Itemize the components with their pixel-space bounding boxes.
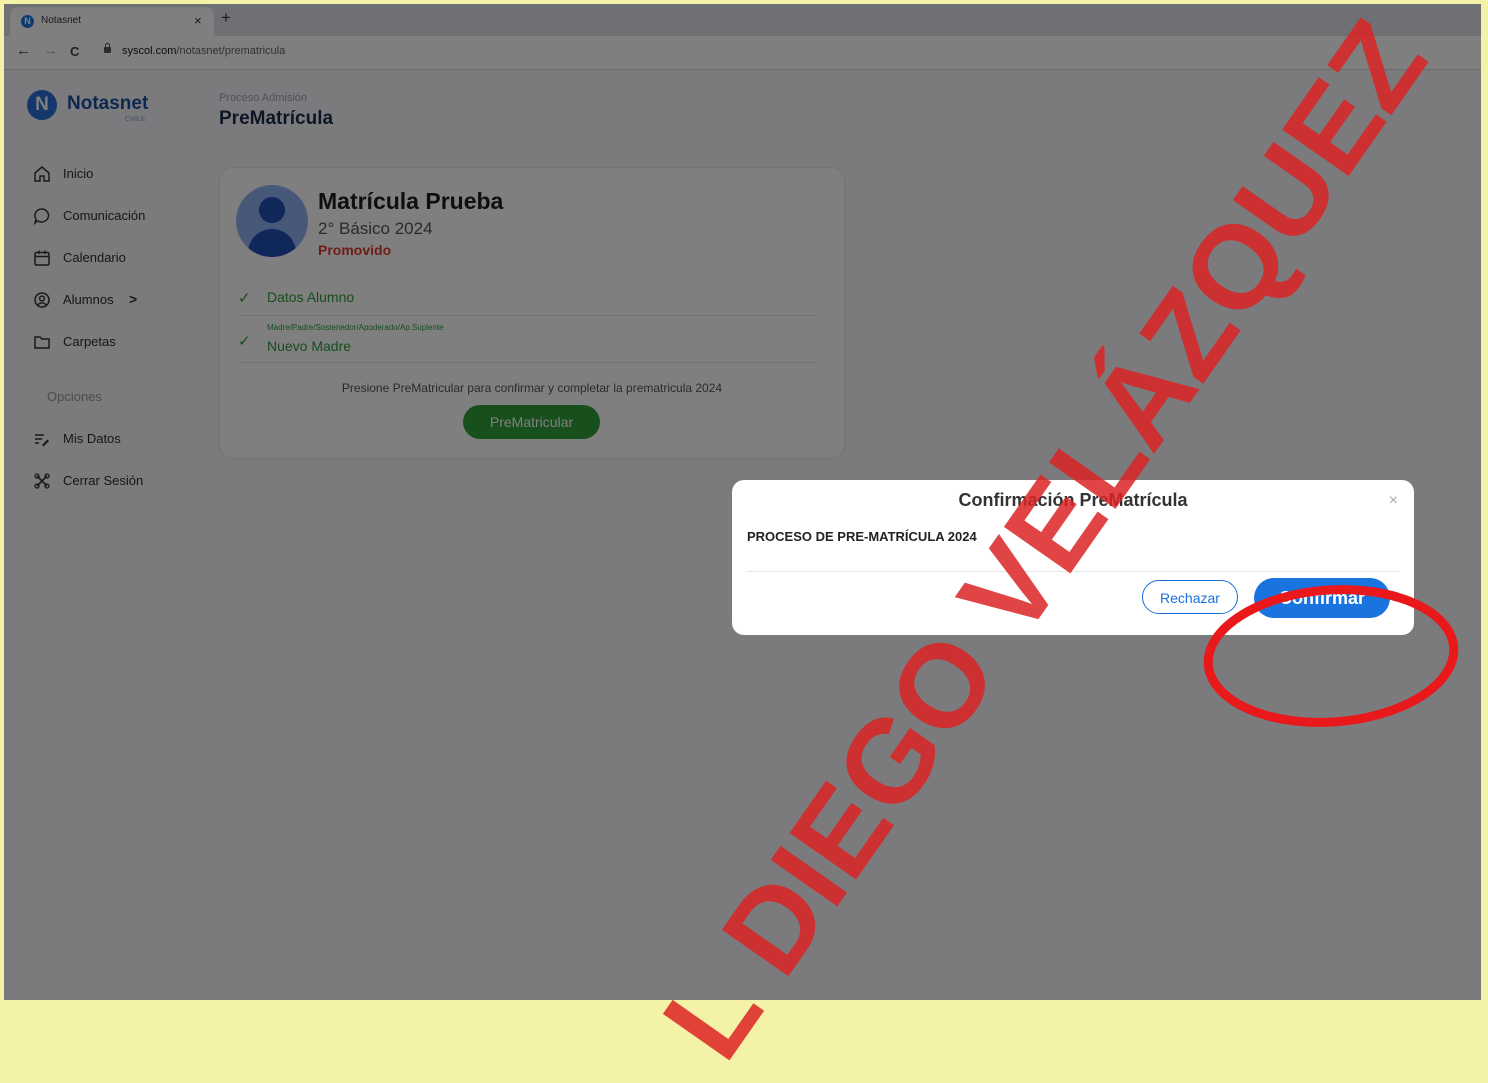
confirm-button[interactable]: Confirmar [1254, 578, 1390, 618]
modal-title: Confirmación PreMatrícula [958, 490, 1188, 510]
close-icon[interactable]: × [1389, 492, 1398, 510]
reject-button[interactable]: Rechazar [1142, 580, 1238, 614]
confirm-modal: Confirmación PreMatrícula × PROCESO DE P… [732, 480, 1414, 635]
modal-message: PROCESO DE PRE-MATRÍCULA 2024 [747, 529, 977, 544]
modal-divider [747, 571, 1399, 572]
browser-window: N Notasnet × + ← → C syscol.com/notasnet… [4, 4, 1481, 1000]
